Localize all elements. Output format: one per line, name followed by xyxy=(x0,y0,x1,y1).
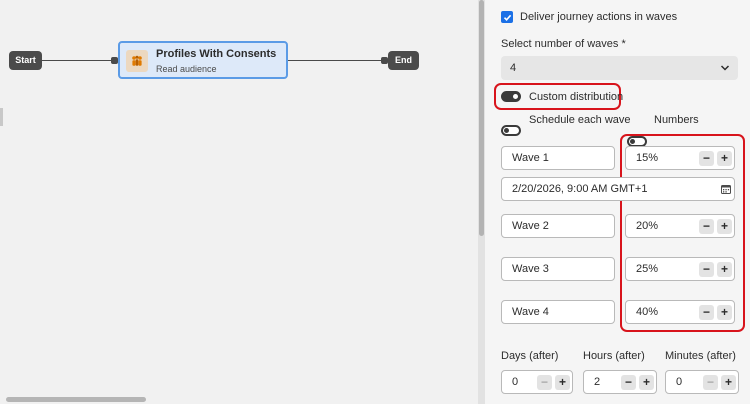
canvas-edge-handle xyxy=(0,108,3,126)
wave-name-input[interactable]: Wave 4 xyxy=(501,300,615,324)
wave-name-input[interactable]: Wave 1 xyxy=(501,146,615,170)
wave-datetime-field[interactable]: 2/20/2026, 9:00 AM GMT+1 xyxy=(501,177,735,201)
input-port xyxy=(381,57,388,64)
vertical-scrollbar[interactable] xyxy=(479,0,484,236)
numbers-label: Numbers xyxy=(654,114,699,126)
decrement-button[interactable]: − xyxy=(699,219,714,234)
activity-subtitle: Read audience xyxy=(156,64,217,74)
read-audience-activity[interactable]: Profiles With Consents Read audience xyxy=(118,41,288,79)
decrement-button[interactable]: − xyxy=(699,305,714,320)
properties-panel: Deliver journey actions in waves Select … xyxy=(485,0,750,404)
hours-stepper[interactable]: 2 − + xyxy=(583,370,657,394)
journey-canvas[interactable]: Start Profiles With Consents Read audien… xyxy=(0,0,478,404)
end-node[interactable]: End xyxy=(388,51,419,70)
minutes-label: Minutes (after) xyxy=(665,350,736,362)
days-label: Days (after) xyxy=(501,350,559,362)
input-port xyxy=(111,57,118,64)
activity-title: Profiles With Consents xyxy=(156,48,277,60)
select-waves-label: Select number of waves * xyxy=(501,38,626,50)
audience-icon xyxy=(126,50,148,72)
increment-button[interactable]: + xyxy=(717,305,732,320)
wave-percent-value: 25% xyxy=(636,263,659,275)
connector-line xyxy=(42,60,114,61)
wave-percent-value: 40% xyxy=(636,306,659,318)
waves-count-select[interactable]: 4 xyxy=(501,56,738,80)
calendar-icon[interactable] xyxy=(721,184,731,194)
deliver-waves-label: Deliver journey actions in waves xyxy=(520,11,678,23)
custom-distribution-label: Custom distribution xyxy=(529,91,624,103)
minutes-value: 0 xyxy=(676,376,683,388)
decrement-button[interactable]: − xyxy=(537,375,552,390)
decrement-button[interactable]: − xyxy=(621,375,636,390)
increment-button[interactable]: + xyxy=(717,151,732,166)
horizontal-scrollbar[interactable] xyxy=(6,397,146,402)
deliver-waves-checkbox[interactable] xyxy=(501,11,513,23)
increment-button[interactable]: + xyxy=(721,375,736,390)
increment-button[interactable]: + xyxy=(717,262,732,277)
wave-percent-value: 15% xyxy=(636,152,659,164)
increment-button[interactable]: + xyxy=(555,375,570,390)
hours-value: 2 xyxy=(594,376,601,388)
minutes-stepper[interactable]: 0 − + xyxy=(665,370,739,394)
hours-label: Hours (after) xyxy=(583,350,645,362)
wave-percent-value: 20% xyxy=(636,220,659,232)
decrement-button[interactable]: − xyxy=(699,262,714,277)
schedule-each-wave-label: Schedule each wave xyxy=(529,114,631,126)
start-node[interactable]: Start xyxy=(9,51,42,70)
wave-name-input[interactable]: Wave 3 xyxy=(501,257,615,281)
increment-button[interactable]: + xyxy=(639,375,654,390)
wave-name-input[interactable]: Wave 2 xyxy=(501,214,615,238)
waves-count-value: 4 xyxy=(510,62,517,74)
increment-button[interactable]: + xyxy=(717,219,732,234)
panel-splitter[interactable] xyxy=(478,0,485,404)
wave-percent-stepper[interactable]: 20% − + xyxy=(625,214,735,238)
checkmark-icon xyxy=(503,14,511,21)
decrement-button[interactable]: − xyxy=(699,151,714,166)
days-stepper[interactable]: 0 − + xyxy=(501,370,573,394)
days-value: 0 xyxy=(512,376,519,388)
wave-percent-stepper[interactable]: 40% − + xyxy=(625,300,735,324)
custom-distribution-toggle[interactable] xyxy=(501,91,521,102)
connector-line xyxy=(288,60,384,61)
wave-percent-stepper[interactable]: 15% − + xyxy=(625,146,735,170)
wave-datetime-value: 2/20/2026, 9:00 AM GMT+1 xyxy=(512,183,648,195)
schedule-each-wave-toggle[interactable] xyxy=(501,125,521,136)
chevron-down-icon xyxy=(720,65,730,71)
decrement-button[interactable]: − xyxy=(703,375,718,390)
wave-percent-stepper[interactable]: 25% − + xyxy=(625,257,735,281)
